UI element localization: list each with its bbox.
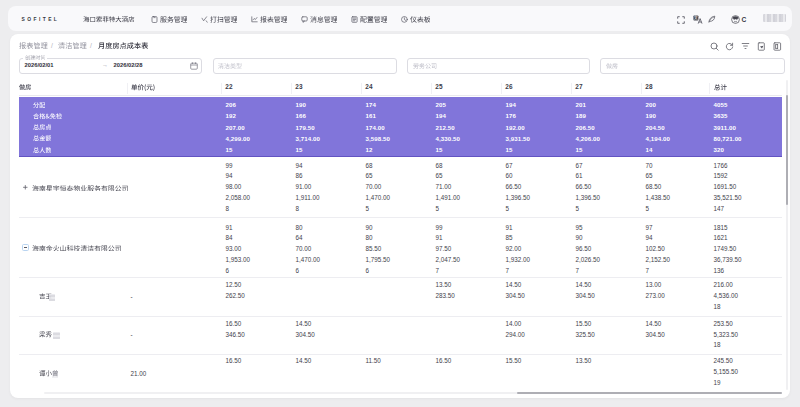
svg-text:文: 文 [693,16,697,21]
